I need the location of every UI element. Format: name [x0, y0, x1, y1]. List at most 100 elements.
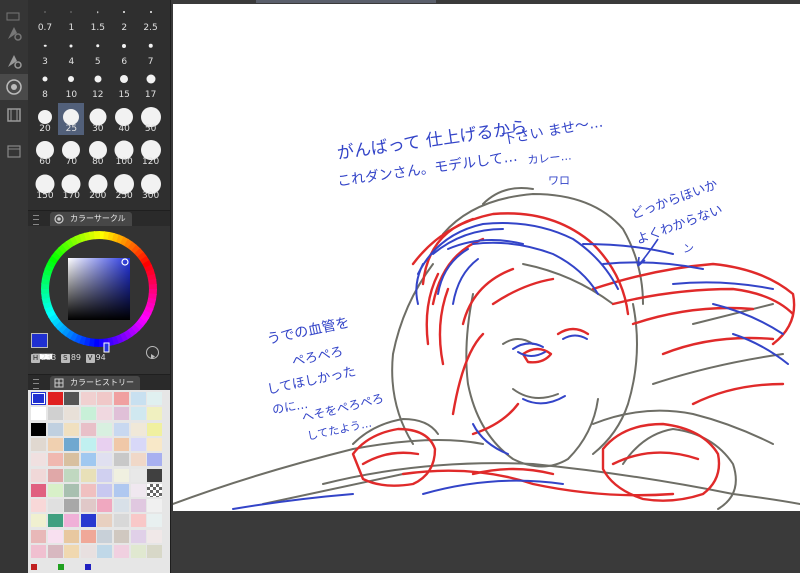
pen-settings-icon[interactable] — [0, 20, 28, 46]
brush-size-250[interactable]: 250 — [111, 170, 137, 202]
history-swatch[interactable] — [47, 499, 63, 513]
brush-size-0-7[interactable]: 0.7 — [32, 2, 58, 34]
history-swatch[interactable] — [130, 392, 146, 405]
history-swatch[interactable] — [47, 514, 63, 528]
history-swatch[interactable] — [80, 529, 96, 543]
history-swatch[interactable] — [147, 437, 163, 451]
history-swatch[interactable] — [47, 545, 63, 558]
history-swatch[interactable] — [64, 483, 80, 497]
history-swatch[interactable] — [31, 483, 46, 497]
history-swatch[interactable] — [64, 407, 80, 421]
history-swatch[interactable] — [97, 545, 113, 558]
history-swatch[interactable] — [147, 468, 163, 482]
history-swatch[interactable] — [97, 392, 113, 405]
history-swatch[interactable] — [80, 453, 96, 467]
history-swatch[interactable] — [130, 422, 146, 436]
history-swatch[interactable] — [130, 545, 146, 558]
brush-size-6[interactable]: 6 — [111, 36, 137, 68]
history-swatch[interactable] — [31, 529, 46, 543]
history-swatch[interactable] — [80, 392, 96, 405]
history-swatch[interactable] — [47, 453, 63, 467]
history-swatch[interactable] — [47, 483, 63, 497]
history-swatch[interactable] — [97, 468, 113, 482]
history-swatch[interactable] — [31, 422, 46, 436]
history-swatch[interactable] — [130, 529, 146, 543]
history-swatch[interactable] — [47, 392, 63, 405]
pen-target-icon[interactable] — [0, 48, 28, 74]
brush-size-60[interactable]: 60 — [32, 136, 58, 168]
brush-size-150[interactable]: 150 — [32, 170, 58, 202]
calendar-icon[interactable] — [0, 138, 28, 164]
history-swatch[interactable] — [147, 529, 163, 543]
history-swatch[interactable] — [80, 545, 96, 558]
brush-size-20[interactable]: 20 — [32, 103, 58, 135]
brush-size-10[interactable]: 10 — [58, 69, 84, 101]
brush-size-100[interactable]: 100 — [111, 136, 137, 168]
history-swatch[interactable] — [97, 407, 113, 421]
history-swatch[interactable] — [97, 514, 113, 528]
history-swatch[interactable] — [147, 483, 163, 497]
history-swatch[interactable] — [114, 407, 129, 421]
history-swatch[interactable] — [130, 437, 146, 451]
history-swatch[interactable] — [130, 514, 146, 528]
brush-size-4[interactable]: 4 — [58, 36, 84, 68]
brush-size-200[interactable]: 200 — [85, 170, 111, 202]
history-swatch[interactable] — [47, 468, 63, 482]
history-swatch[interactable] — [80, 407, 96, 421]
history-swatch[interactable] — [64, 437, 80, 451]
color-mix-icon[interactable] — [0, 74, 28, 100]
history-swatch[interactable] — [97, 499, 113, 513]
history-swatch[interactable] — [47, 407, 63, 421]
play-circle-icon[interactable] — [146, 346, 159, 359]
history-swatch[interactable] — [114, 483, 129, 497]
brush-size-80[interactable]: 80 — [85, 136, 111, 168]
history-swatch[interactable] — [64, 514, 80, 528]
history-swatch[interactable] — [147, 514, 163, 528]
history-swatch[interactable] — [31, 468, 46, 482]
history-swatch[interactable] — [97, 453, 113, 467]
history-swatch[interactable] — [80, 422, 96, 436]
history-swatch[interactable] — [130, 407, 146, 421]
brush-size-120[interactable]: 120 — [138, 136, 164, 168]
history-swatch[interactable] — [147, 392, 163, 405]
history-swatch[interactable] — [64, 422, 80, 436]
brush-size-170[interactable]: 170 — [58, 170, 84, 202]
history-swatch[interactable] — [97, 483, 113, 497]
history-swatch[interactable] — [31, 437, 46, 451]
brush-size-2-5[interactable]: 2.5 — [138, 2, 164, 34]
brush-size-2[interactable]: 2 — [111, 2, 137, 34]
history-swatch[interactable] — [114, 499, 129, 513]
brush-size-300[interactable]: 300 — [138, 170, 164, 202]
drawing-canvas[interactable]: がんばって 仕上げるから これダンさん。モデルして… 下さい ませ〜… カレー…… — [172, 4, 800, 511]
history-swatch[interactable] — [97, 437, 113, 451]
brush-size-1[interactable]: 1 — [58, 2, 84, 34]
brush-size-30[interactable]: 30 — [85, 103, 111, 135]
history-swatch[interactable] — [114, 453, 129, 467]
brush-size-70[interactable]: 70 — [58, 136, 84, 168]
history-swatch[interactable] — [64, 499, 80, 513]
brush-size-8[interactable]: 8 — [32, 69, 58, 101]
history-swatch[interactable] — [147, 407, 163, 421]
brush-size-1-5[interactable]: 1.5 — [85, 2, 111, 34]
history-swatch[interactable] — [80, 514, 96, 528]
history-swatch[interactable] — [64, 468, 80, 482]
history-swatch[interactable] — [114, 392, 129, 405]
history-swatch[interactable] — [97, 422, 113, 436]
history-swatch[interactable] — [147, 453, 163, 467]
history-swatch[interactable] — [97, 529, 113, 543]
history-swatch[interactable] — [64, 392, 80, 405]
history-swatch[interactable] — [147, 499, 163, 513]
history-swatch[interactable] — [47, 422, 63, 436]
brush-size-7[interactable]: 7 — [138, 36, 164, 68]
history-swatch[interactable] — [130, 468, 146, 482]
history-swatch[interactable] — [114, 514, 129, 528]
history-swatch[interactable] — [114, 422, 129, 436]
brush-size-17[interactable]: 17 — [138, 69, 164, 101]
history-swatch[interactable] — [114, 545, 129, 558]
history-swatch[interactable] — [114, 468, 129, 482]
history-swatch[interactable] — [130, 453, 146, 467]
history-swatch[interactable] — [47, 529, 63, 543]
tab-color-history[interactable]: カラーヒストリー — [50, 376, 140, 390]
panel-menu-icon[interactable] — [33, 215, 39, 225]
tab-color-circle[interactable]: カラーサークル — [50, 212, 132, 226]
